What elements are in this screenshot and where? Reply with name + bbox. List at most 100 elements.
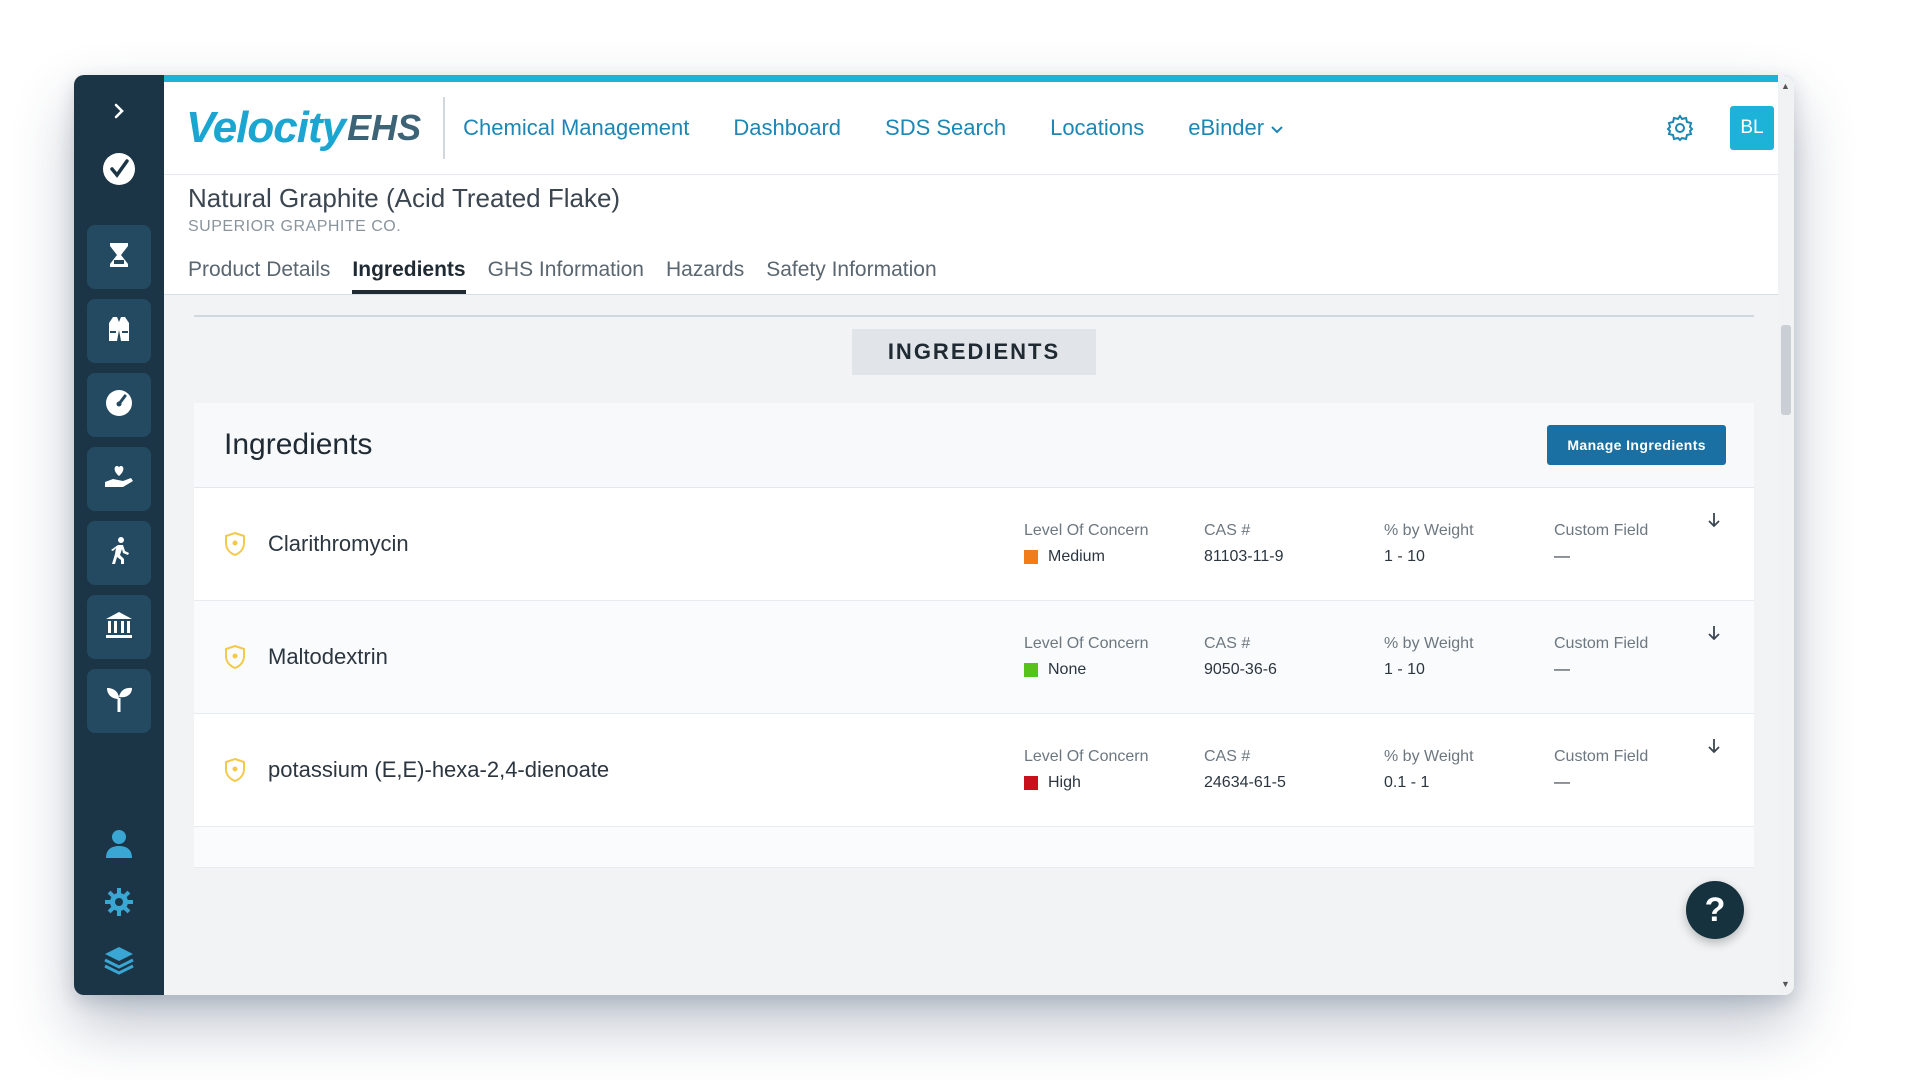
expand-arrow-icon[interactable] xyxy=(1704,736,1724,756)
nav-sds-search[interactable]: SDS Search xyxy=(885,115,1006,141)
sidebar-module-safety-vest[interactable] xyxy=(87,299,151,363)
expand-arrow-icon[interactable] xyxy=(1704,623,1724,643)
level-of-concern: Level Of Concern None xyxy=(1024,635,1204,679)
cas-number: CAS # 9050-36-6 xyxy=(1204,635,1384,679)
scrollbar-thumb[interactable] xyxy=(1781,325,1791,415)
custom-value: — xyxy=(1554,661,1570,678)
nav-ebinder-label: eBinder xyxy=(1188,115,1265,140)
layers-icon[interactable] xyxy=(96,937,142,983)
cas-value: 81103-11-9 xyxy=(1204,548,1284,565)
weight-label: % by Weight xyxy=(1384,748,1474,765)
weight-label: % by Weight xyxy=(1384,522,1474,539)
custom-label: Custom Field xyxy=(1554,522,1649,539)
walking-person-icon xyxy=(104,536,134,571)
section-label: INGREDIENTS xyxy=(851,329,1097,375)
nav-chemical-management[interactable]: Chemical Management xyxy=(463,115,689,141)
scroll-down-arrow-icon[interactable]: ▼ xyxy=(1781,979,1790,989)
checkmark-logo-icon[interactable] xyxy=(99,149,139,189)
care-hand-icon xyxy=(103,462,135,497)
settings-gear-icon[interactable] xyxy=(1658,106,1702,150)
concern-swatch xyxy=(1024,663,1038,677)
ingredients-card-title: Ingredients xyxy=(224,428,373,461)
level-value: None xyxy=(1048,661,1087,678)
tab-ghs-information[interactable]: GHS Information xyxy=(488,258,644,294)
section-divider xyxy=(194,315,1754,317)
safety-vest-icon xyxy=(104,314,134,349)
weight-label: % by Weight xyxy=(1384,635,1474,652)
main-panel: Velocity EHS Chemical Management Dashboa… xyxy=(164,75,1794,995)
custom-value: — xyxy=(1554,774,1570,791)
percent-by-weight: % by Weight 1 - 10 xyxy=(1384,635,1554,679)
app-window: Velocity EHS Chemical Management Dashboa… xyxy=(74,75,1794,995)
chevron-down-icon xyxy=(1270,115,1284,141)
percent-by-weight: % by Weight 1 - 10 xyxy=(1384,522,1554,566)
ingredient-name: potassium (E,E)-hexa-2,4-dienoate xyxy=(268,757,610,782)
tab-product-details[interactable]: Product Details xyxy=(188,258,330,294)
concern-swatch xyxy=(1024,550,1038,564)
tab-hazards[interactable]: Hazards xyxy=(666,258,744,294)
cas-label: CAS # xyxy=(1204,748,1251,765)
level-label: Level Of Concern xyxy=(1024,748,1149,765)
level-of-concern: Level Of Concern High xyxy=(1024,748,1204,792)
sidebar xyxy=(74,75,164,995)
level-label: Level Of Concern xyxy=(1024,635,1149,652)
manage-ingredients-button[interactable]: Manage Ingredients xyxy=(1547,425,1726,465)
weight-value: 1 - 10 xyxy=(1384,548,1425,565)
gauge-icon xyxy=(104,388,134,423)
velocityehs-logo[interactable]: Velocity EHS xyxy=(186,97,446,159)
product-header: Natural Graphite (Acid Treated Flake) SU… xyxy=(164,175,1794,236)
user-avatar[interactable]: BL xyxy=(1730,106,1774,150)
ingredient-row-partial[interactable] xyxy=(194,827,1754,868)
gear-icon[interactable] xyxy=(96,879,142,925)
brand-ehs-text: EHS xyxy=(347,107,422,148)
sidebar-module-bank[interactable] xyxy=(87,595,151,659)
product-tabs: Product Details Ingredients GHS Informat… xyxy=(164,258,1794,295)
sidebar-module-gauge[interactable] xyxy=(87,373,151,437)
ingredients-card: Ingredients Manage Ingredients Clarithro… xyxy=(194,403,1754,868)
cas-value: 24634-61-5 xyxy=(1204,774,1286,791)
level-value: High xyxy=(1048,774,1081,791)
product-manufacturer: SUPERIOR GRAPHITE CO. xyxy=(188,218,402,235)
bank-building-icon xyxy=(104,610,134,645)
shield-icon xyxy=(224,531,248,557)
level-label: Level Of Concern xyxy=(1024,522,1149,539)
concern-swatch xyxy=(1024,776,1038,790)
tab-ingredients[interactable]: Ingredients xyxy=(352,258,466,294)
scroll-up-arrow-icon[interactable]: ▲ xyxy=(1781,81,1790,91)
custom-field: Custom Field — xyxy=(1554,522,1724,566)
tab-safety-information[interactable]: Safety Information xyxy=(766,258,936,294)
cas-number: CAS # 81103-11-9 xyxy=(1204,522,1384,566)
ingredient-row[interactable]: Maltodextrin Level Of Concern None CAS #… xyxy=(194,601,1754,714)
top-navigation-bar: Velocity EHS Chemical Management Dashboa… xyxy=(164,75,1794,175)
sidebar-module-care[interactable] xyxy=(87,447,151,511)
level-of-concern: Level Of Concern Medium xyxy=(1024,522,1204,566)
weight-value: 0.1 - 1 xyxy=(1384,774,1430,791)
cas-number: CAS # 24634-61-5 xyxy=(1204,748,1384,792)
shield-icon xyxy=(224,757,248,783)
cas-value: 9050-36-6 xyxy=(1204,661,1277,678)
ingredient-name: Maltodextrin xyxy=(268,644,388,669)
custom-value: — xyxy=(1554,548,1570,565)
nav-dashboard[interactable]: Dashboard xyxy=(733,115,841,141)
level-value: Medium xyxy=(1048,548,1105,565)
sidebar-module-hourglass[interactable] xyxy=(87,225,151,289)
brand-velocity-text: Velocity xyxy=(186,103,346,152)
ingredients-card-header: Ingredients Manage Ingredients xyxy=(194,403,1754,488)
ingredient-row[interactable]: Clarithromycin Level Of Concern Medium C… xyxy=(194,488,1754,601)
expand-arrow-icon[interactable] xyxy=(1704,510,1724,530)
section-label-wrap: INGREDIENTS xyxy=(194,329,1754,375)
custom-label: Custom Field xyxy=(1554,635,1649,652)
ingredient-row[interactable]: potassium (E,E)-hexa-2,4-dienoate Level … xyxy=(194,714,1754,827)
custom-field: Custom Field — xyxy=(1554,635,1724,679)
nav-ebinder-dropdown[interactable]: eBinder xyxy=(1188,115,1284,141)
nav-locations[interactable]: Locations xyxy=(1050,115,1144,141)
sidebar-module-sprout[interactable] xyxy=(87,669,151,733)
vertical-scrollbar[interactable]: ▲ ▼ xyxy=(1778,75,1794,995)
sidebar-module-walking[interactable] xyxy=(87,521,151,585)
weight-value: 1 - 10 xyxy=(1384,661,1425,678)
cas-label: CAS # xyxy=(1204,522,1251,539)
help-button[interactable]: ? xyxy=(1686,881,1744,939)
chevron-right-icon[interactable] xyxy=(99,91,139,131)
user-icon[interactable] xyxy=(96,821,142,867)
product-name: Natural Graphite (Acid Treated Flake) xyxy=(188,183,621,213)
